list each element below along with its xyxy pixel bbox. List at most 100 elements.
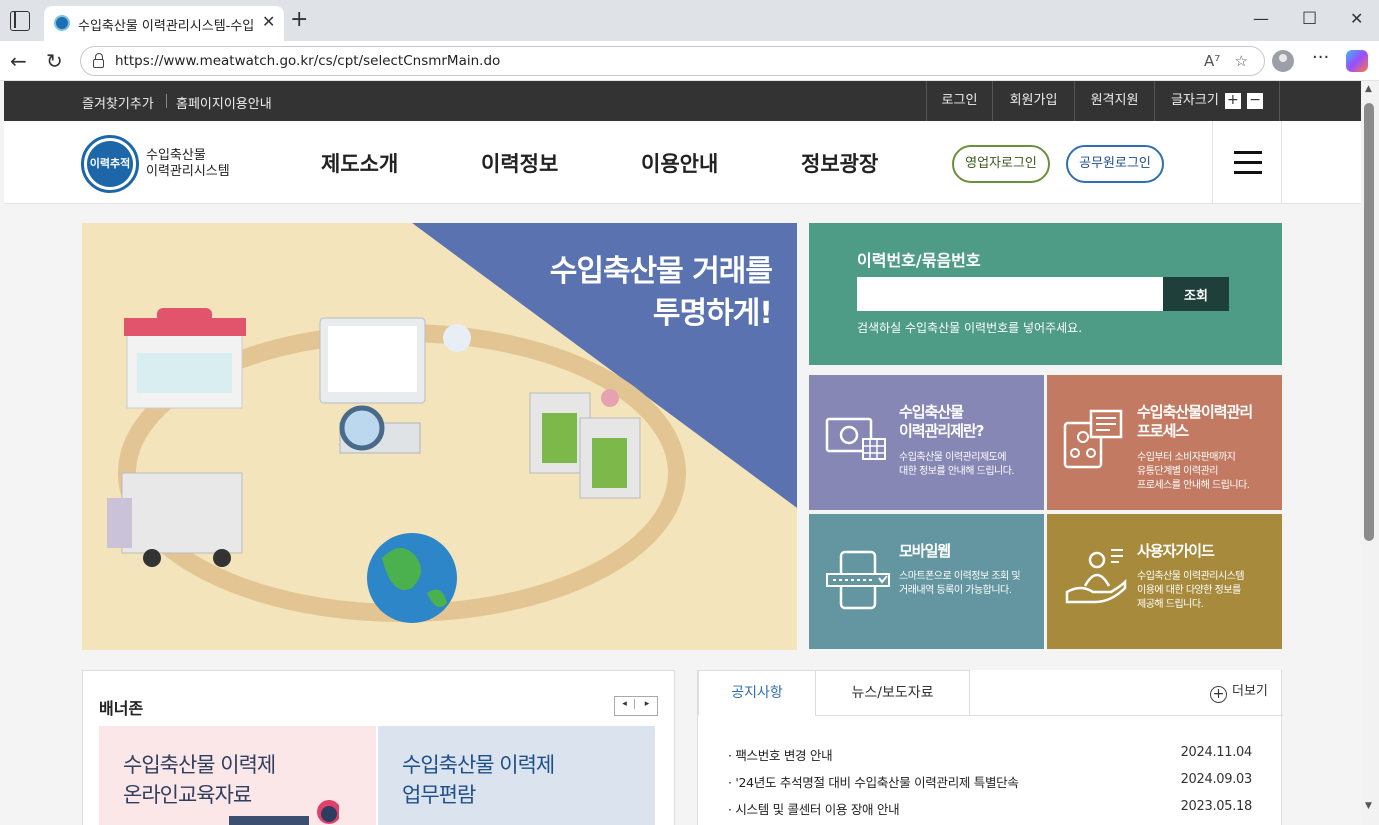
trace-number-input[interactable] — [857, 277, 1163, 311]
trace-search-panel: 이력번호/묶음번호 조회 검색하실 수입축산물 이력번호를 넣어주세요. — [809, 223, 1282, 365]
browser-tab[interactable]: 수입축산물 이력관리시스템-수입 ✕ — [44, 6, 284, 41]
notice-date: 2024.11.04 — [1180, 745, 1253, 760]
tile-title-line: 이력관리제란? — [899, 422, 985, 440]
tab-news[interactable]: 뉴스/보도자료 — [815, 670, 970, 716]
more-options-icon[interactable]: ··· — [1312, 47, 1329, 68]
tile-title-line: 수입축산물이력관리 — [1137, 403, 1253, 421]
more-link[interactable]: + 더보기 — [1210, 680, 1268, 703]
hero-title-line2: 투명하게! — [652, 296, 773, 331]
favicon-icon — [54, 15, 70, 31]
notice-title: 시스템 및 콜센터 이용 장애 안내 — [728, 802, 900, 817]
official-login-button[interactable]: 공무원로그인 — [1066, 145, 1164, 183]
banner-next-button[interactable]: ▸ — [637, 699, 657, 709]
font-plus-button[interactable]: + — [1224, 92, 1241, 109]
menu-trace-info[interactable]: 이력정보 — [481, 148, 558, 178]
tile-process-title: 수입축산물이력관리 프로세스 — [1137, 403, 1253, 441]
notice-title: '24년도 추석명절 대비 수입축산물 이력관리제 특별단속 — [728, 775, 1019, 790]
tab-title: 수입축산물 이력관리시스템-수입 — [78, 19, 255, 34]
tile-mobile-web[interactable]: 모바일웹 스마트폰으로 이력정보 조회 및 거래내역 등록이 가능합니다. — [809, 514, 1044, 649]
tile-title-line: 수입축산물 — [899, 403, 964, 421]
notice-row[interactable]: 팩스번호 변경 안내 2024.11.04 — [728, 745, 1252, 764]
scroll-thumb[interactable] — [1364, 103, 1374, 541]
all-menu-button[interactable] — [1212, 121, 1282, 204]
font-minus-button[interactable]: − — [1247, 92, 1264, 109]
laptop-person-icon — [229, 800, 339, 825]
tablet-process-icon — [1063, 409, 1123, 469]
logo-icon[interactable]: 이력추적 — [81, 135, 139, 193]
close-window-icon[interactable]: ✕ — [1350, 9, 1363, 28]
notice-title: 팩스번호 변경 안내 — [728, 748, 833, 763]
menu-info-plaza[interactable]: 정보광장 — [801, 148, 878, 178]
copilot-icon[interactable] — [1346, 50, 1368, 72]
tile-process[interactable]: 수입축산물이력관리 프로세스 수입부터 소비자판매까지 유통단계별 이력관리 프… — [1047, 375, 1282, 510]
url-text: https://www.meatwatch.go.kr/cs/cpt/selec… — [115, 53, 501, 69]
mobile-phone-icon — [826, 550, 890, 610]
menu-system-intro[interactable]: 제도소개 — [321, 148, 398, 178]
add-favorite-link[interactable]: 즐겨찾기추가 — [82, 93, 154, 112]
more-label: 더보기 — [1232, 684, 1268, 699]
tile-desc-line: 거래내역 등록이 가능합니다. — [899, 585, 1012, 596]
refresh-icon[interactable]: ↻ — [46, 49, 63, 73]
tile-desc-line: 스마트폰으로 이력정보 조회 및 — [899, 571, 1021, 582]
login-link[interactable]: 로그인 — [926, 81, 992, 121]
remote-support-link[interactable]: 원격지원 — [1074, 81, 1154, 121]
logo-line2: 이력관리시스템 — [146, 164, 230, 179]
tile-system-intro[interactable]: 수입축산물 이력관리제란? 수입축산물 이력관리제도에 대한 정보를 안내해 드… — [809, 375, 1044, 510]
hand-user-icon — [1065, 549, 1127, 604]
read-aloud-favorite-icons[interactable]: A⁷ ☆ — [1204, 52, 1248, 70]
search-help-text: 검색하실 수입축산물 이력번호를 넣어주세요. — [857, 321, 1083, 335]
utility-nav: 즐겨찾기추가 홈페이지이용안내 로그인 회원가입 원격지원 글자크기 + − — [4, 81, 1361, 121]
browser-tab-bar: 수입축산물 이력관리시스템-수입 ✕ + — ☐ ✕ — [0, 0, 1379, 41]
font-size-label: 글자크기 — [1170, 93, 1219, 108]
plus-circle-icon: + — [1210, 686, 1227, 703]
banner-prev-button[interactable]: ◂ — [615, 699, 635, 709]
tile-desc-line: 대한 정보를 안내해 드립니다. — [899, 466, 1015, 477]
scroll-up-icon[interactable]: ▲ — [1365, 84, 1372, 94]
hero-title: 수입축산물 거래를 투명하게! — [482, 251, 773, 335]
search-button[interactable]: 조회 — [1163, 277, 1229, 311]
font-size-control: 글자크기 + − — [1154, 81, 1280, 121]
business-login-button[interactable]: 영업자로그인 — [952, 145, 1050, 183]
site-guide-link[interactable]: 홈페이지이용안내 — [176, 93, 272, 112]
logo-badge-text: 이력추적 — [87, 141, 133, 187]
tile-user-guide[interactable]: 사용자가이드 수입축산물 이력관리시스템 이용에 대한 다양한 정보를 제공해 … — [1047, 514, 1282, 649]
tile-mobile-web-desc: 스마트폰으로 이력정보 조회 및 거래내역 등록이 가능합니다. — [899, 570, 1021, 598]
url-field[interactable]: https://www.meatwatch.go.kr/cs/cpt/selec… — [80, 46, 1265, 76]
notice-board: 공지사항 뉴스/보도자료 +더보기 팩스번호 변경 안내 2024.11.04 … — [697, 670, 1283, 825]
tile-desc-line: 이용에 대한 다양한 정보를 — [1137, 585, 1241, 596]
hero-title-line1: 수입축산물 거래를 — [549, 254, 773, 289]
notice-row[interactable]: '24년도 추석명절 대비 수입축산물 이력관리제 특별단속 2024.09.0… — [728, 772, 1252, 791]
tile-desc-line: 제공해 드립니다. — [1137, 599, 1204, 610]
banner-work-manual[interactable]: 수입축산물 이력제 업무편람 — [378, 726, 655, 825]
page-scrollbar[interactable]: ▲ ▼ — [1361, 81, 1379, 825]
minimize-icon[interactable]: — — [1253, 9, 1269, 28]
lock-icon — [93, 53, 104, 68]
tab-notices[interactable]: 공지사항 — [698, 670, 816, 716]
back-arrow-icon[interactable]: ← — [10, 49, 27, 73]
banner-arrows: ◂ ▸ — [614, 696, 658, 716]
tile-desc-line: 유통단계별 이력관리 — [1137, 466, 1218, 477]
notice-row[interactable]: 시스템 및 콜센터 이용 장애 안내 2023.05.18 — [728, 799, 1252, 818]
tile-desc-line: 수입축산물 이력관리시스템 — [1137, 571, 1245, 582]
site-header: 이력추적 수입축산물 이력관리시스템 제도소개 이력정보 이용안내 정보광장 영… — [4, 121, 1361, 204]
menu-usage-guide[interactable]: 이용안내 — [641, 148, 718, 178]
banner-online-education[interactable]: 수입축산물 이력제 온라인교육자료 — [99, 726, 376, 825]
notice-date: 2023.05.18 — [1180, 799, 1253, 814]
profile-avatar-icon[interactable] — [1272, 50, 1294, 72]
close-tab-icon[interactable]: ✕ — [262, 12, 275, 31]
new-tab-icon[interactable]: + — [290, 7, 308, 32]
tile-mobile-web-title: 모바일웹 — [899, 542, 951, 560]
tile-desc-line: 프로세스를 안내해 드립니다. — [1137, 480, 1250, 491]
tile-title-line: 프로세스 — [1137, 422, 1189, 440]
nav-separator — [166, 94, 167, 108]
banner-line: 수입축산물 이력제 — [402, 753, 555, 777]
scroll-down-icon[interactable]: ▼ — [1365, 801, 1372, 811]
page-viewport: 즐겨찾기추가 홈페이지이용안내 로그인 회원가입 원격지원 글자크기 + − 이… — [0, 81, 1361, 825]
maximize-icon[interactable]: ☐ — [1302, 9, 1317, 29]
signup-link[interactable]: 회원가입 — [992, 81, 1074, 121]
tile-desc-line: 수입부터 소비자판매까지 — [1137, 452, 1236, 463]
tab-actions-icon[interactable] — [10, 11, 30, 31]
banner-line: 업무편람 — [402, 783, 476, 807]
logo-text[interactable]: 수입축산물 이력관리시스템 — [146, 148, 230, 180]
search-label: 이력번호/묶음번호 — [857, 251, 981, 270]
